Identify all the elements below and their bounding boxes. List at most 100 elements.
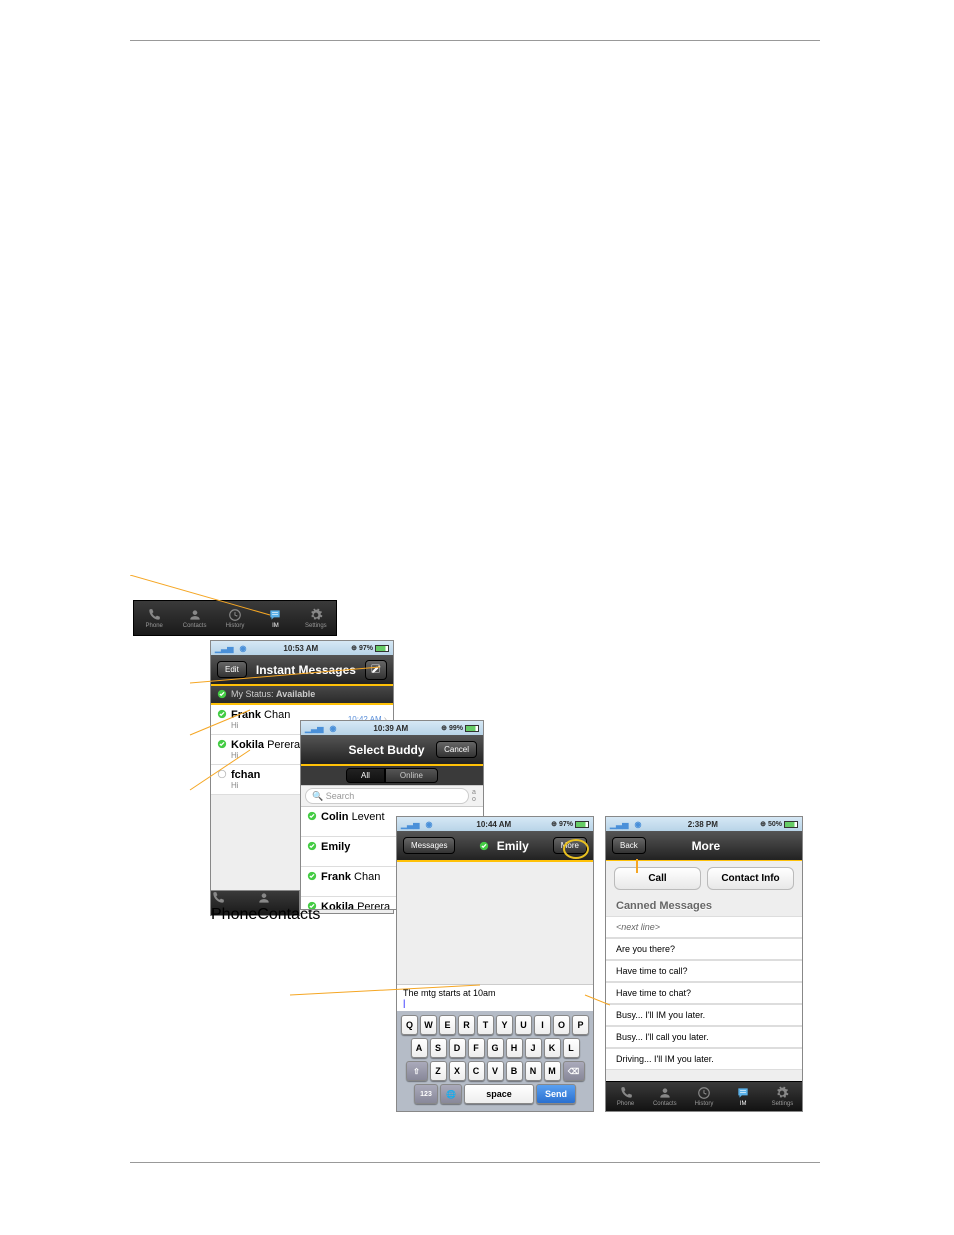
key-a[interactable]: A — [411, 1038, 428, 1058]
shift-key[interactable]: ⇧ — [406, 1061, 428, 1081]
tab-bar-crop: Phone Contacts History IM Settings — [133, 600, 337, 636]
canned-message-row[interactable]: <next line> — [606, 916, 802, 938]
canned-message-row[interactable]: Driving... I'll IM you later. — [606, 1048, 802, 1070]
tab-phone[interactable]: Phone — [606, 1082, 645, 1111]
key-p[interactable]: P — [572, 1015, 589, 1035]
tab-phone[interactable]: Phone — [134, 601, 174, 635]
key-d[interactable]: D — [449, 1038, 466, 1058]
buddy-name: Frank Chan — [321, 871, 380, 883]
key-u[interactable]: U — [515, 1015, 532, 1035]
battery-icon — [375, 645, 389, 652]
backspace-key[interactable]: ⌫ — [563, 1061, 585, 1081]
message-preview: Hi — [231, 781, 260, 790]
signal-icon: ▁▃▅ — [305, 724, 323, 733]
settings-icon — [775, 1086, 789, 1100]
key-l[interactable]: L — [563, 1038, 580, 1058]
status-bar: ▁▃▅ ◉ 2:38 PM ⊕ 50% — [606, 817, 802, 831]
tab-label: Phone — [211, 906, 257, 923]
send-key[interactable]: Send — [536, 1084, 576, 1104]
key-y[interactable]: Y — [496, 1015, 513, 1035]
search-placeholder: Search — [326, 791, 355, 801]
key-q[interactable]: Q — [401, 1015, 418, 1035]
search-input[interactable]: 🔍 Search — [305, 788, 469, 804]
key-j[interactable]: J — [525, 1038, 542, 1058]
number-key[interactable]: 123 — [414, 1084, 438, 1104]
key-t[interactable]: T — [477, 1015, 494, 1035]
action-buttons: Call Contact Info — [606, 861, 802, 898]
key-n[interactable]: N — [525, 1061, 542, 1081]
space-key[interactable]: space — [464, 1084, 534, 1104]
key-k[interactable]: K — [544, 1038, 561, 1058]
globe-key[interactable]: 🌐 — [440, 1084, 462, 1104]
tab-bar: Phone Contacts History IM Settings — [606, 1081, 802, 1111]
contacts-icon — [658, 1086, 672, 1100]
key-x[interactable]: X — [449, 1061, 466, 1081]
message-input[interactable]: The mtg starts at 10am| — [397, 984, 593, 1011]
settings-icon — [309, 608, 323, 622]
canned-message-row[interactable]: Busy... I'll IM you later. — [606, 1004, 802, 1026]
signal-icon: ▁▃▅ — [401, 820, 419, 829]
canned-message-row[interactable]: Busy... I'll call you later. — [606, 1026, 802, 1048]
back-button[interactable]: Back — [612, 837, 646, 854]
tab-contacts[interactable]: Contacts — [645, 1082, 684, 1111]
nav-title: Instant Messages — [247, 663, 365, 677]
messages-back-button[interactable]: Messages — [403, 837, 455, 854]
tab-settings[interactable]: Settings — [296, 601, 336, 635]
tab-bar-crop-bottom: Phone Contacts — [210, 890, 300, 916]
key-r[interactable]: R — [458, 1015, 475, 1035]
canned-message-row[interactable]: Have time to chat? — [606, 982, 802, 1004]
tab-im[interactable]: IM — [724, 1082, 763, 1111]
segment-bar: All Online — [301, 765, 483, 785]
key-z[interactable]: Z — [430, 1061, 447, 1081]
canned-message-row[interactable]: Are you there? — [606, 938, 802, 960]
tab-contacts[interactable]: Contacts — [174, 601, 214, 635]
screen-chat: ▁▃▅ ◉ 10:44 AM ⊕ 97% Messages Emily More… — [396, 816, 594, 1112]
tab-history[interactable]: History — [215, 601, 255, 635]
tab-label: Phone — [146, 623, 163, 629]
nav-bar: Edit Instant Messages — [211, 655, 393, 685]
wifi-icon: ◉ — [239, 644, 246, 653]
key-g[interactable]: G — [487, 1038, 504, 1058]
more-button[interactable]: More — [553, 837, 587, 854]
key-s[interactable]: S — [430, 1038, 447, 1058]
segment-all[interactable]: All — [346, 768, 385, 783]
edit-button[interactable]: Edit — [217, 661, 247, 678]
contact-name: fchan — [231, 769, 260, 781]
battery-icon — [784, 821, 798, 828]
call-button[interactable]: Call — [614, 867, 701, 890]
canned-message-row[interactable]: Have time to call? — [606, 960, 802, 982]
phone-icon — [619, 1086, 633, 1100]
tab-label: IM — [272, 623, 279, 629]
search-icon: 🔍 — [312, 791, 323, 802]
key-e[interactable]: E — [439, 1015, 456, 1035]
presence-icon — [307, 901, 317, 910]
tab-settings[interactable]: Settings — [763, 1082, 802, 1111]
key-i[interactable]: I — [534, 1015, 551, 1035]
tab-im[interactable]: IM — [255, 601, 295, 635]
battery-text: ⊕ 99% — [441, 724, 463, 732]
key-o[interactable]: O — [553, 1015, 570, 1035]
cancel-button[interactable]: Cancel — [436, 741, 477, 758]
key-w[interactable]: W — [420, 1015, 437, 1035]
status-bar: ▁▃▅ ◉ 10:53 AM ⊕ 97% — [211, 641, 393, 655]
status-time: 10:44 AM — [436, 820, 551, 829]
tab-history[interactable]: History — [684, 1082, 723, 1111]
key-b[interactable]: B — [506, 1061, 523, 1081]
message-preview: Hi — [231, 721, 290, 730]
tab-phone[interactable]: Phone — [211, 891, 257, 915]
key-h[interactable]: H — [506, 1038, 523, 1058]
history-icon — [228, 608, 242, 622]
chat-scroll-area[interactable] — [397, 861, 593, 984]
key-f[interactable]: F — [468, 1038, 485, 1058]
contacts-icon — [257, 891, 271, 905]
segment-online[interactable]: Online — [385, 768, 438, 783]
contact-info-button[interactable]: Contact Info — [707, 867, 794, 890]
key-c[interactable]: C — [468, 1061, 485, 1081]
buddy-name: Emily — [321, 841, 350, 853]
key-m[interactable]: M — [544, 1061, 561, 1081]
key-v[interactable]: V — [487, 1061, 504, 1081]
contact-name: Frank Chan — [231, 709, 290, 721]
compose-button[interactable] — [365, 660, 387, 680]
index-scrubber[interactable]: ao — [469, 789, 479, 803]
my-status-row[interactable]: My Status: Available — [211, 685, 393, 705]
